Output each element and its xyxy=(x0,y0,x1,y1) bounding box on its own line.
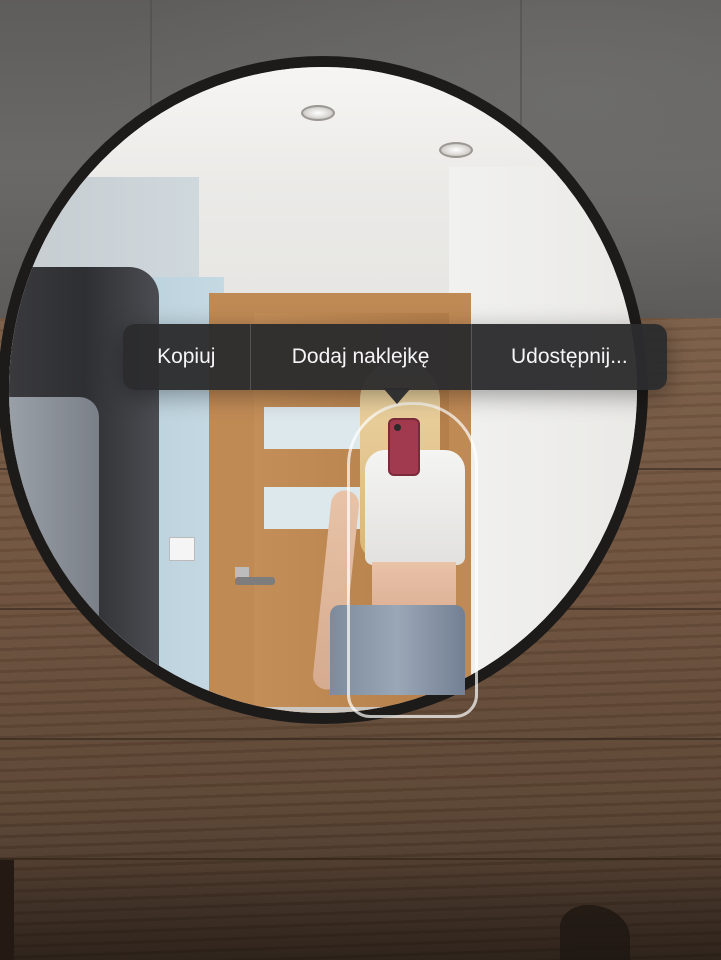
wood-plank-line xyxy=(0,738,721,740)
phone-camera-lens xyxy=(394,424,401,431)
copy-button[interactable]: Kopiuj xyxy=(123,324,250,390)
photo-viewer: Kopiuj Dodaj naklejkę Udostępnij... xyxy=(0,0,721,960)
share-button-label: Udostępnij... xyxy=(510,345,628,368)
mirror-right-wall xyxy=(449,167,637,713)
subject-jeans xyxy=(330,605,465,695)
door-handle xyxy=(235,577,275,585)
context-menu: Kopiuj Dodaj naklejkę Udostępnij... xyxy=(123,324,667,390)
ceiling-light xyxy=(439,142,473,158)
add-sticker-button[interactable]: Dodaj naklejkę xyxy=(251,324,471,390)
add-sticker-button-label: Dodaj naklejkę xyxy=(291,345,430,368)
copy-button-label: Kopiuj xyxy=(157,345,216,368)
light-switch xyxy=(169,537,195,561)
hanging-coat-grey xyxy=(9,397,99,697)
left-shadow xyxy=(0,860,14,960)
context-menu-arrow xyxy=(383,388,411,404)
share-button[interactable]: Udostępnij... xyxy=(472,324,667,390)
subject-phone xyxy=(388,418,420,476)
ceiling-light xyxy=(301,105,335,121)
